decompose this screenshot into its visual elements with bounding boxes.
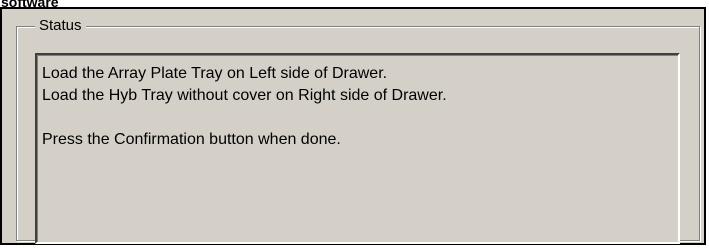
status-line-4: Press the Confirmation button when done. <box>42 131 341 148</box>
status-group-title: Status <box>35 17 86 35</box>
status-message-text: Load the Array Plate Tray on Left side o… <box>42 63 672 151</box>
status-message-box[interactable]: Load the Array Plate Tray on Left side o… <box>35 53 680 244</box>
status-line-1: Load the Array Plate Tray on Left side o… <box>42 65 388 82</box>
status-line-2: Load the Hyb Tray without cover on Right… <box>42 87 447 104</box>
status-line-3 <box>42 107 672 129</box>
